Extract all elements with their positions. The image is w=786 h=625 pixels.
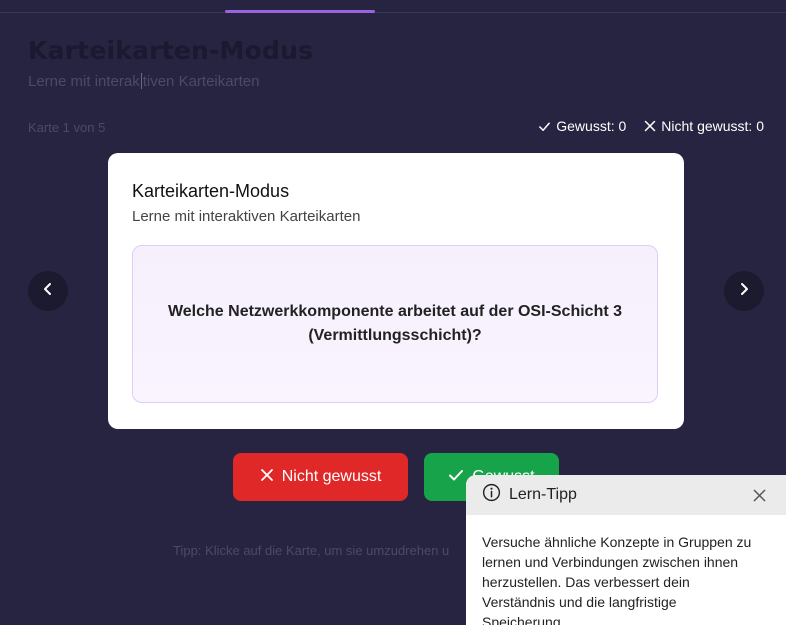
x-icon (644, 120, 656, 132)
dialog-subtitle: Lerne mit interaktiven Karteikarten (132, 208, 361, 225)
known-count-label: Gewusst: 0 (556, 118, 627, 134)
known-count: Gewusst: 0 (538, 118, 626, 134)
x-icon (260, 468, 274, 487)
previous-card-button[interactable] (28, 271, 68, 311)
chevron-right-icon (737, 282, 751, 301)
flashcard-question: Welche Netzwerkkomponente arbeitet auf d… (167, 303, 623, 344)
toast-message: Versuche ähnliche Konzepte in Gruppen zu… (482, 534, 752, 625)
stats-bar: Gewusst: 0 Nicht gewusst: 0 (538, 118, 764, 134)
learning-tip-toast: Lern-Tipp Versuche ähnliche Konzepte in … (466, 475, 786, 625)
flashcard-dialog: Karteikarten-Modus Lerne mit interaktive… (108, 153, 684, 429)
text-cursor (140, 73, 142, 89)
next-card-button[interactable] (724, 271, 764, 311)
header-divider (0, 12, 786, 13)
info-icon (482, 483, 501, 507)
toast-title: Lern-Tipp (509, 486, 577, 503)
close-icon[interactable] (751, 487, 767, 503)
chevron-left-icon (41, 282, 55, 301)
page-title: Karteikarten-Modus (28, 36, 314, 65)
page-subtitle-part-2: tiven Karteikarten (142, 73, 260, 90)
flashcard[interactable]: Welche Netzwerkkomponente arbeitet auf d… (132, 245, 658, 403)
check-icon (538, 120, 551, 133)
not-known-button[interactable]: Nicht gewusst (233, 453, 408, 501)
not-known-button-label: Nicht gewusst (281, 468, 382, 485)
page-subtitle: Lerne mit interak tiven Karteikarten (28, 73, 259, 90)
page-subtitle-part-1: Lerne mit interak (28, 73, 140, 90)
dialog-title: Karteikarten-Modus (132, 181, 290, 201)
card-progress: Karte 1 von 5 (28, 120, 106, 135)
flip-hint: Tipp: Klicke auf die Karte, um sie umzud… (173, 543, 450, 558)
unknown-count-label: Nicht gewusst: 0 (661, 118, 764, 134)
check-icon (448, 467, 464, 488)
active-tab-indicator (225, 10, 375, 13)
toast-header: Lern-Tipp (466, 475, 786, 515)
unknown-count: Nicht gewusst: 0 (644, 118, 764, 134)
